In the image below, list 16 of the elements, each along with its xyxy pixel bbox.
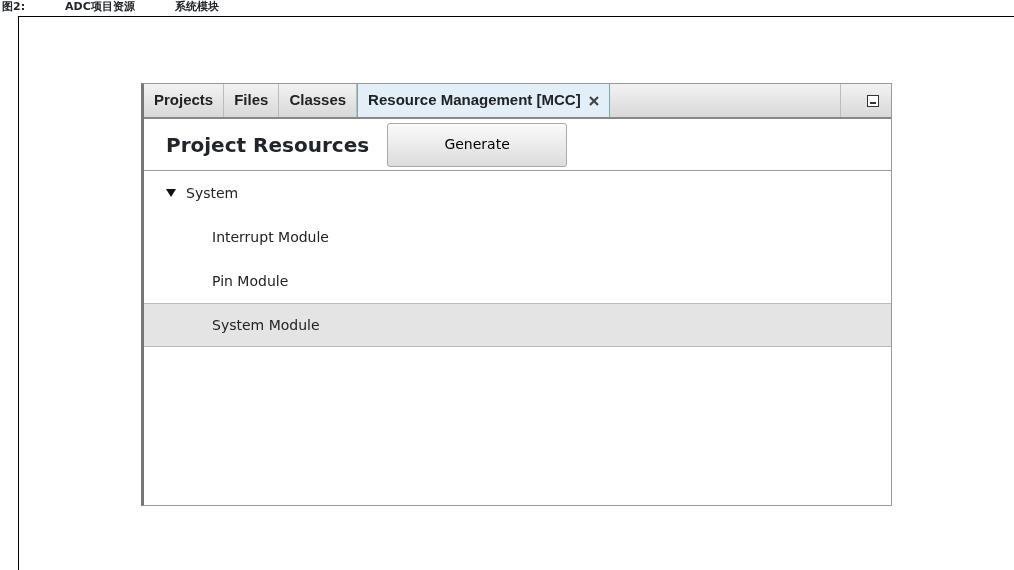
minimize-icon[interactable] xyxy=(867,94,879,107)
tab[interactable]: Projects xyxy=(144,84,225,117)
tree-item[interactable]: Interrupt Module xyxy=(212,226,329,248)
tree-label: System Module xyxy=(212,315,320,335)
tab[interactable]: Resource Management [MCC] xyxy=(357,84,610,117)
generate-button[interactable]: Generate xyxy=(387,122,568,167)
close-icon[interactable] xyxy=(588,95,599,106)
figure-title: ADC项目资源 xyxy=(65,0,135,15)
figure-subtitle: 系统模块 xyxy=(174,0,219,15)
tree-row[interactable]: System Module xyxy=(144,303,891,347)
expand-icon[interactable] xyxy=(166,188,176,198)
panel-title: Project Resources xyxy=(166,131,370,159)
tree-item[interactable]: Pin Module xyxy=(212,270,289,292)
figure-number: 图2: xyxy=(2,0,26,15)
tab[interactable]: Files xyxy=(224,84,280,117)
tree-item[interactable]: System xyxy=(186,182,239,204)
